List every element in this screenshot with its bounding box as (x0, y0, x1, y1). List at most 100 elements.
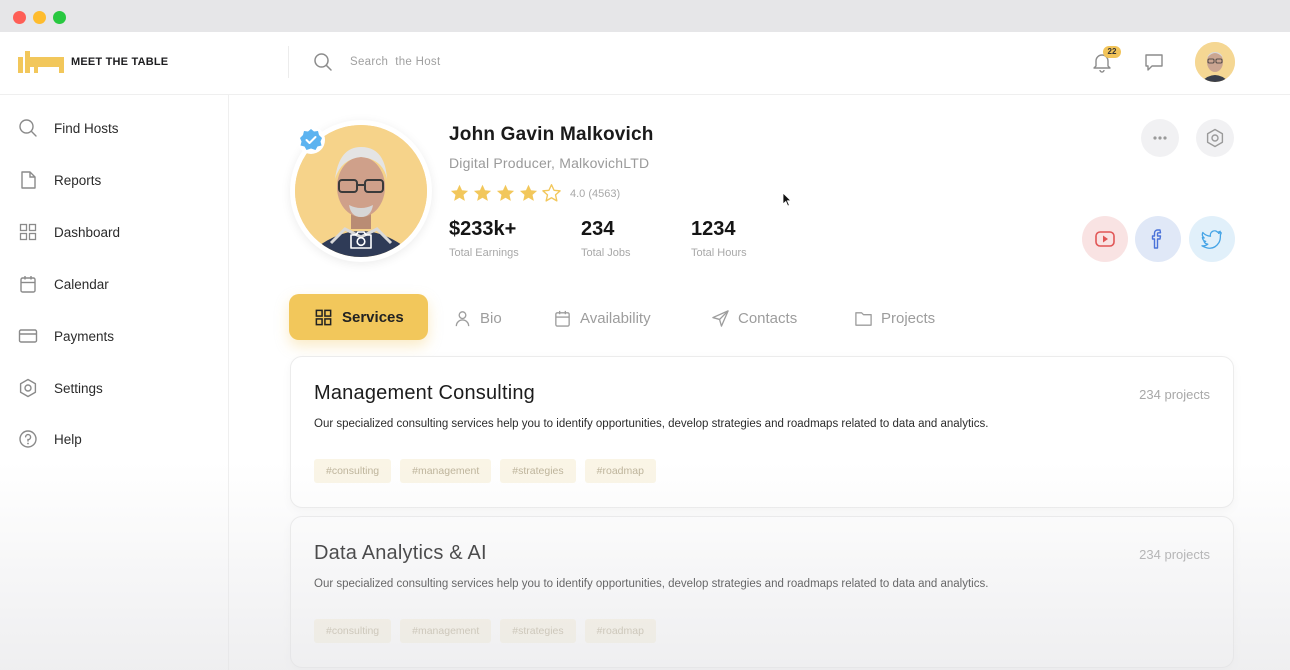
stat-earnings: $233k+ Total Earnings (449, 218, 519, 259)
service-card[interactable]: Data Analytics & AI 234 projects Our spe… (290, 516, 1234, 668)
tag[interactable]: #strategies (500, 459, 576, 483)
window-titlebar (0, 0, 1290, 32)
sidebar-item-payments[interactable]: Payments (18, 324, 114, 348)
app-window: MEET THE TABLE 22 (0, 32, 1290, 670)
more-options-button[interactable] (1141, 119, 1179, 157)
sidebar-item-label: Payments (54, 328, 115, 344)
card-icon (18, 329, 38, 343)
camera-icon[interactable] (349, 230, 373, 250)
tag[interactable]: #consulting (314, 619, 392, 643)
calendar-icon (555, 310, 570, 327)
tab-contacts[interactable]: Contacts (711, 307, 797, 329)
maximize-window-button[interactable] (53, 11, 66, 24)
notification-badge: 22 (1103, 46, 1121, 58)
tab-availability[interactable]: Availability (553, 307, 651, 329)
tag[interactable]: #management (400, 459, 492, 483)
calendar-icon (20, 276, 36, 293)
tag[interactable]: #roadmap (584, 459, 656, 483)
stat-value: 1234 (691, 218, 736, 240)
service-description: Our specialized consulting services help… (314, 578, 989, 590)
user-portrait-icon (1195, 42, 1235, 82)
document-icon (21, 171, 36, 189)
stat-value: 234 (581, 218, 615, 240)
sidebar-item-label: Settings (54, 380, 103, 396)
close-window-button[interactable] (13, 11, 26, 24)
star-filled-icon (473, 184, 492, 201)
sidebar-item-label: Dashboard (54, 224, 121, 240)
service-project-count: 234 projects (1139, 387, 1210, 402)
tab-projects[interactable]: Projects (854, 307, 935, 329)
profile-role: Digital Producer, MalkovichLTD (449, 155, 650, 171)
sidebar-item-calendar[interactable]: Calendar (18, 272, 109, 296)
stat-jobs: 234 Total Jobs (581, 218, 631, 259)
twitter-button[interactable] (1189, 216, 1235, 262)
top-bar: MEET THE TABLE 22 (0, 32, 1290, 95)
topbar-divider (288, 46, 289, 78)
sidebar-item-settings[interactable]: Settings (18, 376, 103, 400)
sidebar: Find Hosts Reports Dashboard Calendar Pa… (0, 95, 229, 670)
sidebar-item-label: Help (54, 431, 82, 447)
service-project-count: 234 projects (1139, 547, 1210, 562)
sidebar-item-label: Calendar (54, 276, 109, 292)
tag[interactable]: #management (400, 619, 492, 643)
star-filled-icon (519, 184, 538, 201)
grid-icon (19, 223, 37, 241)
sidebar-item-label: Reports (54, 172, 102, 188)
send-icon (712, 309, 729, 327)
table-logo-icon (18, 51, 64, 73)
tab-bio[interactable]: Bio (453, 307, 502, 329)
rating-stars: 4.0 (4563) (449, 183, 620, 204)
stat-label: Total Jobs (581, 247, 631, 259)
tag[interactable]: #strategies (500, 619, 576, 643)
search-icon[interactable] (313, 52, 333, 72)
facebook-icon (1151, 229, 1162, 249)
star-filled-icon (496, 184, 515, 201)
twitter-icon (1201, 230, 1222, 249)
service-tags: #consulting #management #strategies #roa… (314, 619, 665, 643)
tab-services[interactable]: Services (289, 294, 428, 340)
user-avatar[interactable] (1195, 42, 1235, 82)
rating-text: 4.0 (4563) (570, 187, 621, 200)
app-name: MEET THE TABLE (71, 56, 169, 68)
chat-icon[interactable] (1143, 51, 1165, 73)
stat-value: $233k+ (449, 218, 517, 240)
sidebar-item-help[interactable]: Help (18, 427, 82, 451)
app-logo[interactable]: MEET THE TABLE (18, 51, 168, 73)
search-icon (19, 119, 37, 137)
more-horizontal-icon (1153, 136, 1167, 140)
sidebar-item-label: Find Hosts (54, 120, 119, 136)
tab-label: Contacts (738, 309, 798, 327)
profile-settings-button[interactable] (1196, 119, 1234, 157)
star-filled-icon (450, 184, 469, 201)
minimize-window-button[interactable] (33, 11, 46, 24)
stat-label: Total Hours (691, 247, 747, 259)
gear-icon (19, 378, 37, 398)
profile-name: John Gavin Malkovich (449, 124, 654, 145)
tag[interactable]: #roadmap (584, 619, 656, 643)
tab-label: Services (342, 308, 404, 326)
sidebar-item-dashboard[interactable]: Dashboard (18, 220, 120, 244)
tab-label: Bio (480, 309, 502, 327)
folder-icon (855, 311, 872, 326)
service-tags: #consulting #management #strategies #roa… (314, 459, 665, 483)
facebook-button[interactable] (1135, 216, 1181, 262)
verified-badge (297, 126, 325, 154)
mouse-cursor-icon (782, 192, 792, 207)
stat-hours: 1234 Total Hours (691, 218, 747, 259)
sidebar-item-reports[interactable]: Reports (18, 168, 101, 192)
grid-icon (315, 309, 332, 325)
stat-label: Total Earnings (449, 247, 519, 259)
tag[interactable]: #consulting (314, 459, 392, 483)
youtube-button[interactable] (1082, 216, 1128, 262)
help-icon (19, 430, 37, 448)
service-description: Our specialized consulting services help… (314, 418, 989, 430)
tab-label: Projects (881, 309, 936, 327)
verified-check-icon (300, 129, 322, 150)
service-title: Management Consulting (314, 382, 535, 404)
search-input[interactable] (350, 52, 650, 72)
sidebar-item-find-hosts[interactable]: Find Hosts (18, 116, 119, 140)
service-card[interactable]: Management Consulting 234 projects Our s… (290, 356, 1234, 508)
gear-icon (1206, 128, 1224, 148)
star-outline-icon (542, 184, 561, 202)
tab-label: Availability (580, 309, 651, 327)
